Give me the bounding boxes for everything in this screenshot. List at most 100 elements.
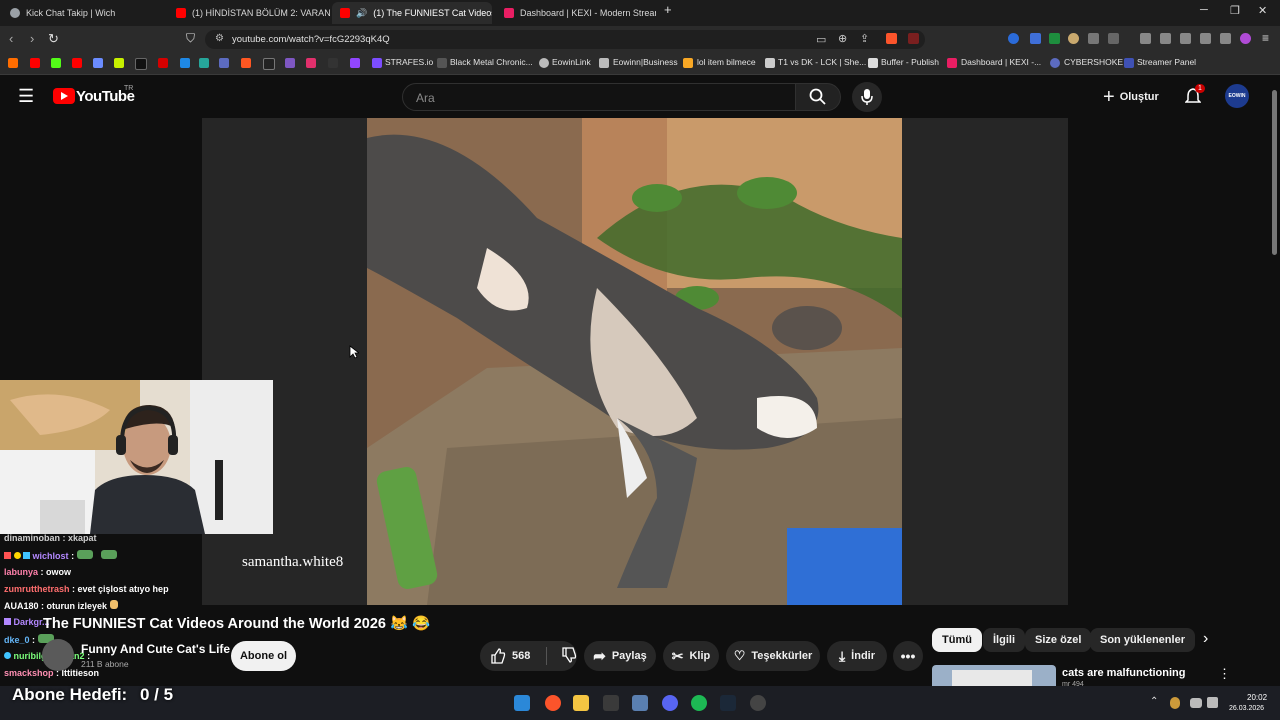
- obs-icon[interactable]: [750, 695, 766, 711]
- youtube-icon[interactable]: [72, 58, 82, 68]
- bookmark-icon[interactable]: [241, 58, 251, 68]
- bookmark-t1-dk[interactable]: T1 vs DK - LCK | She...: [778, 57, 866, 67]
- extension-icon[interactable]: [1049, 33, 1060, 44]
- cast-icon[interactable]: ▭: [816, 33, 826, 46]
- avatar[interactable]: EOWIN: [1225, 84, 1249, 108]
- app-icon[interactable]: [603, 695, 619, 711]
- new-tab-plus-icon[interactable]: +: [664, 2, 672, 17]
- clock-date[interactable]: 26.03.2026: [1229, 705, 1264, 712]
- bookmark-icon[interactable]: [199, 58, 209, 68]
- twitch-icon[interactable]: [350, 58, 360, 68]
- chip-for-you[interactable]: Size özel: [1025, 628, 1092, 652]
- bookmark-icon[interactable]: [328, 58, 338, 68]
- clock-time[interactable]: 20:02: [1247, 693, 1267, 702]
- hamburger-menu-icon[interactable]: ☰: [18, 86, 34, 107]
- search-input[interactable]: Ara: [402, 83, 796, 111]
- like-button[interactable]: 568: [490, 648, 530, 664]
- reload-icon[interactable]: ↻: [48, 31, 59, 47]
- tab-funniest-cat[interactable]: 🔊 (1) The FUNNIEST Cat Videos ✕: [332, 2, 492, 24]
- display-tray-icon[interactable]: [1190, 698, 1202, 708]
- create-button[interactable]: + Oluştur: [1103, 83, 1159, 111]
- bookmark-lol-item[interactable]: lol item bilmece: [697, 57, 756, 67]
- extension-icon[interactable]: [1008, 33, 1019, 44]
- related-video-title[interactable]: cats are malfunctioning: [1062, 667, 1185, 679]
- search-button[interactable]: [795, 83, 841, 111]
- bookmark-buffer[interactable]: Buffer - Publish: [881, 57, 939, 67]
- dislike-button[interactable]: [561, 646, 577, 666]
- spotify-icon[interactable]: [691, 695, 707, 711]
- more-vertical-icon[interactable]: ⋮: [1218, 666, 1231, 682]
- minimize-icon[interactable]: ─: [1200, 4, 1208, 16]
- discord-icon[interactable]: [662, 695, 678, 711]
- bookmark-icon[interactable]: ⛉: [186, 31, 195, 46]
- download-button[interactable]: ⤓ İndir: [827, 641, 887, 671]
- microphone-tray-icon[interactable]: [1170, 697, 1180, 709]
- bookmark-strafes[interactable]: STRAFES.io: [385, 57, 433, 67]
- profile-icon[interactable]: [1240, 33, 1251, 44]
- chevron-right-icon[interactable]: ›: [1203, 630, 1208, 648]
- bookmark-cybershoke[interactable]: CYBERSHOKE: [1064, 57, 1123, 67]
- bookmark-dashboard-kexi[interactable]: Dashboard | KEXI -...: [961, 57, 1041, 67]
- related-thumbnail[interactable]: [932, 665, 1056, 686]
- share-icon[interactable]: ⇪: [860, 32, 869, 45]
- bookmark-icon[interactable]: [8, 58, 18, 68]
- bookmark-icon[interactable]: [219, 58, 229, 68]
- volume-tray-icon[interactable]: [1207, 697, 1218, 708]
- vpn-icon[interactable]: [1220, 33, 1231, 44]
- bookmark-streamer-panel[interactable]: Streamer Panel: [1137, 57, 1196, 67]
- kick-icon[interactable]: [51, 58, 61, 68]
- youtube-logo-icon[interactable]: [53, 88, 75, 104]
- forward-icon[interactable]: ›: [30, 31, 34, 46]
- instagram-icon[interactable]: [306, 58, 316, 68]
- start-icon[interactable]: [514, 695, 530, 711]
- channel-name[interactable]: Funny And Cute Cat's Life: [81, 642, 230, 656]
- chip-related[interactable]: İlgili: [983, 628, 1025, 652]
- notifications-button[interactable]: 1: [1184, 84, 1205, 110]
- channel-avatar[interactable]: [42, 639, 74, 671]
- site-settings-icon[interactable]: ⚙: [215, 33, 224, 44]
- bookmark-icon[interactable]: [285, 58, 295, 68]
- tiktok-icon[interactable]: [135, 58, 147, 70]
- close-window-icon[interactable]: ✕: [1258, 4, 1267, 17]
- tab-kick-chat[interactable]: Kick Chat Takip | Wich: [2, 2, 168, 24]
- brave-rewards-icon[interactable]: [908, 33, 919, 44]
- bookmark-eowinlink[interactable]: EowinLink: [552, 57, 591, 67]
- steam-icon[interactable]: [720, 695, 736, 711]
- youtube-icon[interactable]: [30, 58, 40, 68]
- app-icon[interactable]: [632, 695, 648, 711]
- media-icon[interactable]: [1140, 33, 1151, 44]
- file-explorer-icon[interactable]: [573, 695, 589, 711]
- leo-icon[interactable]: [1200, 33, 1211, 44]
- brave-shield-icon[interactable]: [886, 33, 897, 44]
- x-icon[interactable]: [263, 58, 275, 70]
- extension-icon[interactable]: [1030, 33, 1041, 44]
- tab-hindistan[interactable]: (1) HİNDİSTAN BÖLÜM 2: VARANASİ: [168, 2, 330, 24]
- video-frame[interactable]: samantha.white8: [367, 118, 902, 605]
- chip-recent[interactable]: Son yüklenenler: [1090, 628, 1195, 652]
- clip-button[interactable]: ✂ Klip: [663, 641, 719, 671]
- puzzle-icon[interactable]: [1088, 33, 1099, 44]
- bookmark-icon[interactable]: [158, 58, 168, 68]
- restore-icon[interactable]: ❐: [1230, 4, 1240, 17]
- share-button[interactable]: ➦ Paylaş: [584, 641, 656, 671]
- sidebar-icon[interactable]: [1160, 33, 1171, 44]
- menu-icon[interactable]: ≡: [1262, 31, 1269, 45]
- zoom-icon[interactable]: ⊕: [838, 32, 847, 45]
- chevron-up-icon[interactable]: ⌃: [1150, 696, 1158, 707]
- voice-search-button[interactable]: [852, 82, 882, 112]
- wallet-icon[interactable]: [1180, 33, 1191, 44]
- bookmark-icon[interactable]: [114, 58, 124, 68]
- thanks-button[interactable]: ♡ Teşekkürler: [726, 641, 820, 671]
- subscribe-button[interactable]: Abone ol: [231, 641, 296, 671]
- bookmark-black-metal[interactable]: Black Metal Chronic...: [450, 57, 533, 67]
- chip-all[interactable]: Tümü: [932, 628, 982, 652]
- bookmark-eowinn-business[interactable]: Eowinn|Business: [613, 57, 678, 67]
- extension-icon[interactable]: [1108, 33, 1119, 44]
- bookmark-icon[interactable]: [93, 58, 103, 68]
- brave-icon[interactable]: [545, 695, 561, 711]
- page-scrollbar[interactable]: [1272, 90, 1277, 255]
- back-icon[interactable]: ‹: [9, 31, 13, 46]
- more-actions-button[interactable]: •••: [893, 641, 923, 671]
- tab-dashboard-kexi[interactable]: Dashboard | KEXI - Modern Stream C: [496, 2, 656, 24]
- extension-icon[interactable]: [1068, 33, 1079, 44]
